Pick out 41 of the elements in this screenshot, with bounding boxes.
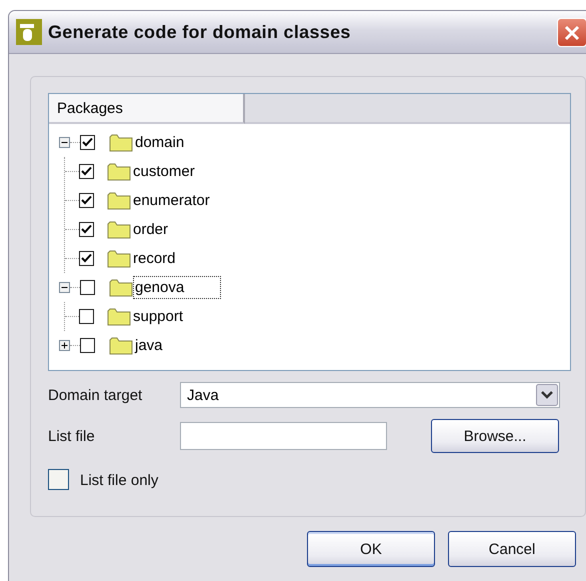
folder-icon: [107, 249, 131, 268]
tree-item[interactable]: customer: [131, 160, 199, 183]
checkbox-label[interactable]: List file only: [80, 472, 158, 488]
checkbox[interactable]: [79, 309, 94, 324]
domain-target-dropdown[interactable]: Java: [180, 382, 560, 408]
collapse-icon[interactable]: [59, 282, 70, 293]
browse-button[interactable]: Browse...: [431, 419, 559, 453]
cancel-button[interactable]: Cancel: [448, 531, 576, 567]
checkbox[interactable]: [80, 338, 95, 353]
column-header[interactable]: Packages: [49, 94, 245, 124]
tree-item[interactable]: genova: [133, 276, 222, 299]
folder-icon: [107, 307, 131, 326]
folder-icon: [109, 133, 133, 152]
folder-icon: [109, 278, 133, 297]
close-icon: [563, 24, 581, 42]
checkbox[interactable]: [48, 469, 70, 491]
window-title: Generate code for domain classes: [48, 22, 351, 42]
tree-item[interactable]: java: [133, 334, 167, 357]
collapse-icon[interactable]: [59, 137, 70, 148]
field-label: List file: [48, 428, 96, 444]
checkbox[interactable]: [79, 193, 94, 208]
tree-item[interactable]: support: [131, 305, 188, 328]
checkbox[interactable]: [79, 222, 94, 237]
ok-button[interactable]: OK: [307, 531, 435, 567]
folder-icon: [109, 336, 133, 355]
close-button[interactable]: [557, 18, 586, 47]
folder-icon: [107, 191, 131, 210]
expand-icon[interactable]: [59, 340, 70, 351]
tree-item[interactable]: order: [131, 218, 172, 241]
folder-icon: [107, 220, 131, 239]
checkbox[interactable]: [80, 280, 95, 295]
checkbox[interactable]: [79, 251, 94, 266]
list-file-field[interactable]: [180, 422, 387, 450]
app-logo-icon: [16, 19, 42, 45]
checkbox[interactable]: [79, 164, 94, 179]
field-label: Domain target: [48, 386, 144, 404]
tree-item[interactable]: domain: [133, 131, 188, 154]
checkbox[interactable]: [80, 135, 95, 150]
folder-icon: [107, 162, 131, 181]
tree-item[interactable]: enumerator: [131, 189, 214, 212]
tree-item[interactable]: record: [131, 247, 180, 270]
